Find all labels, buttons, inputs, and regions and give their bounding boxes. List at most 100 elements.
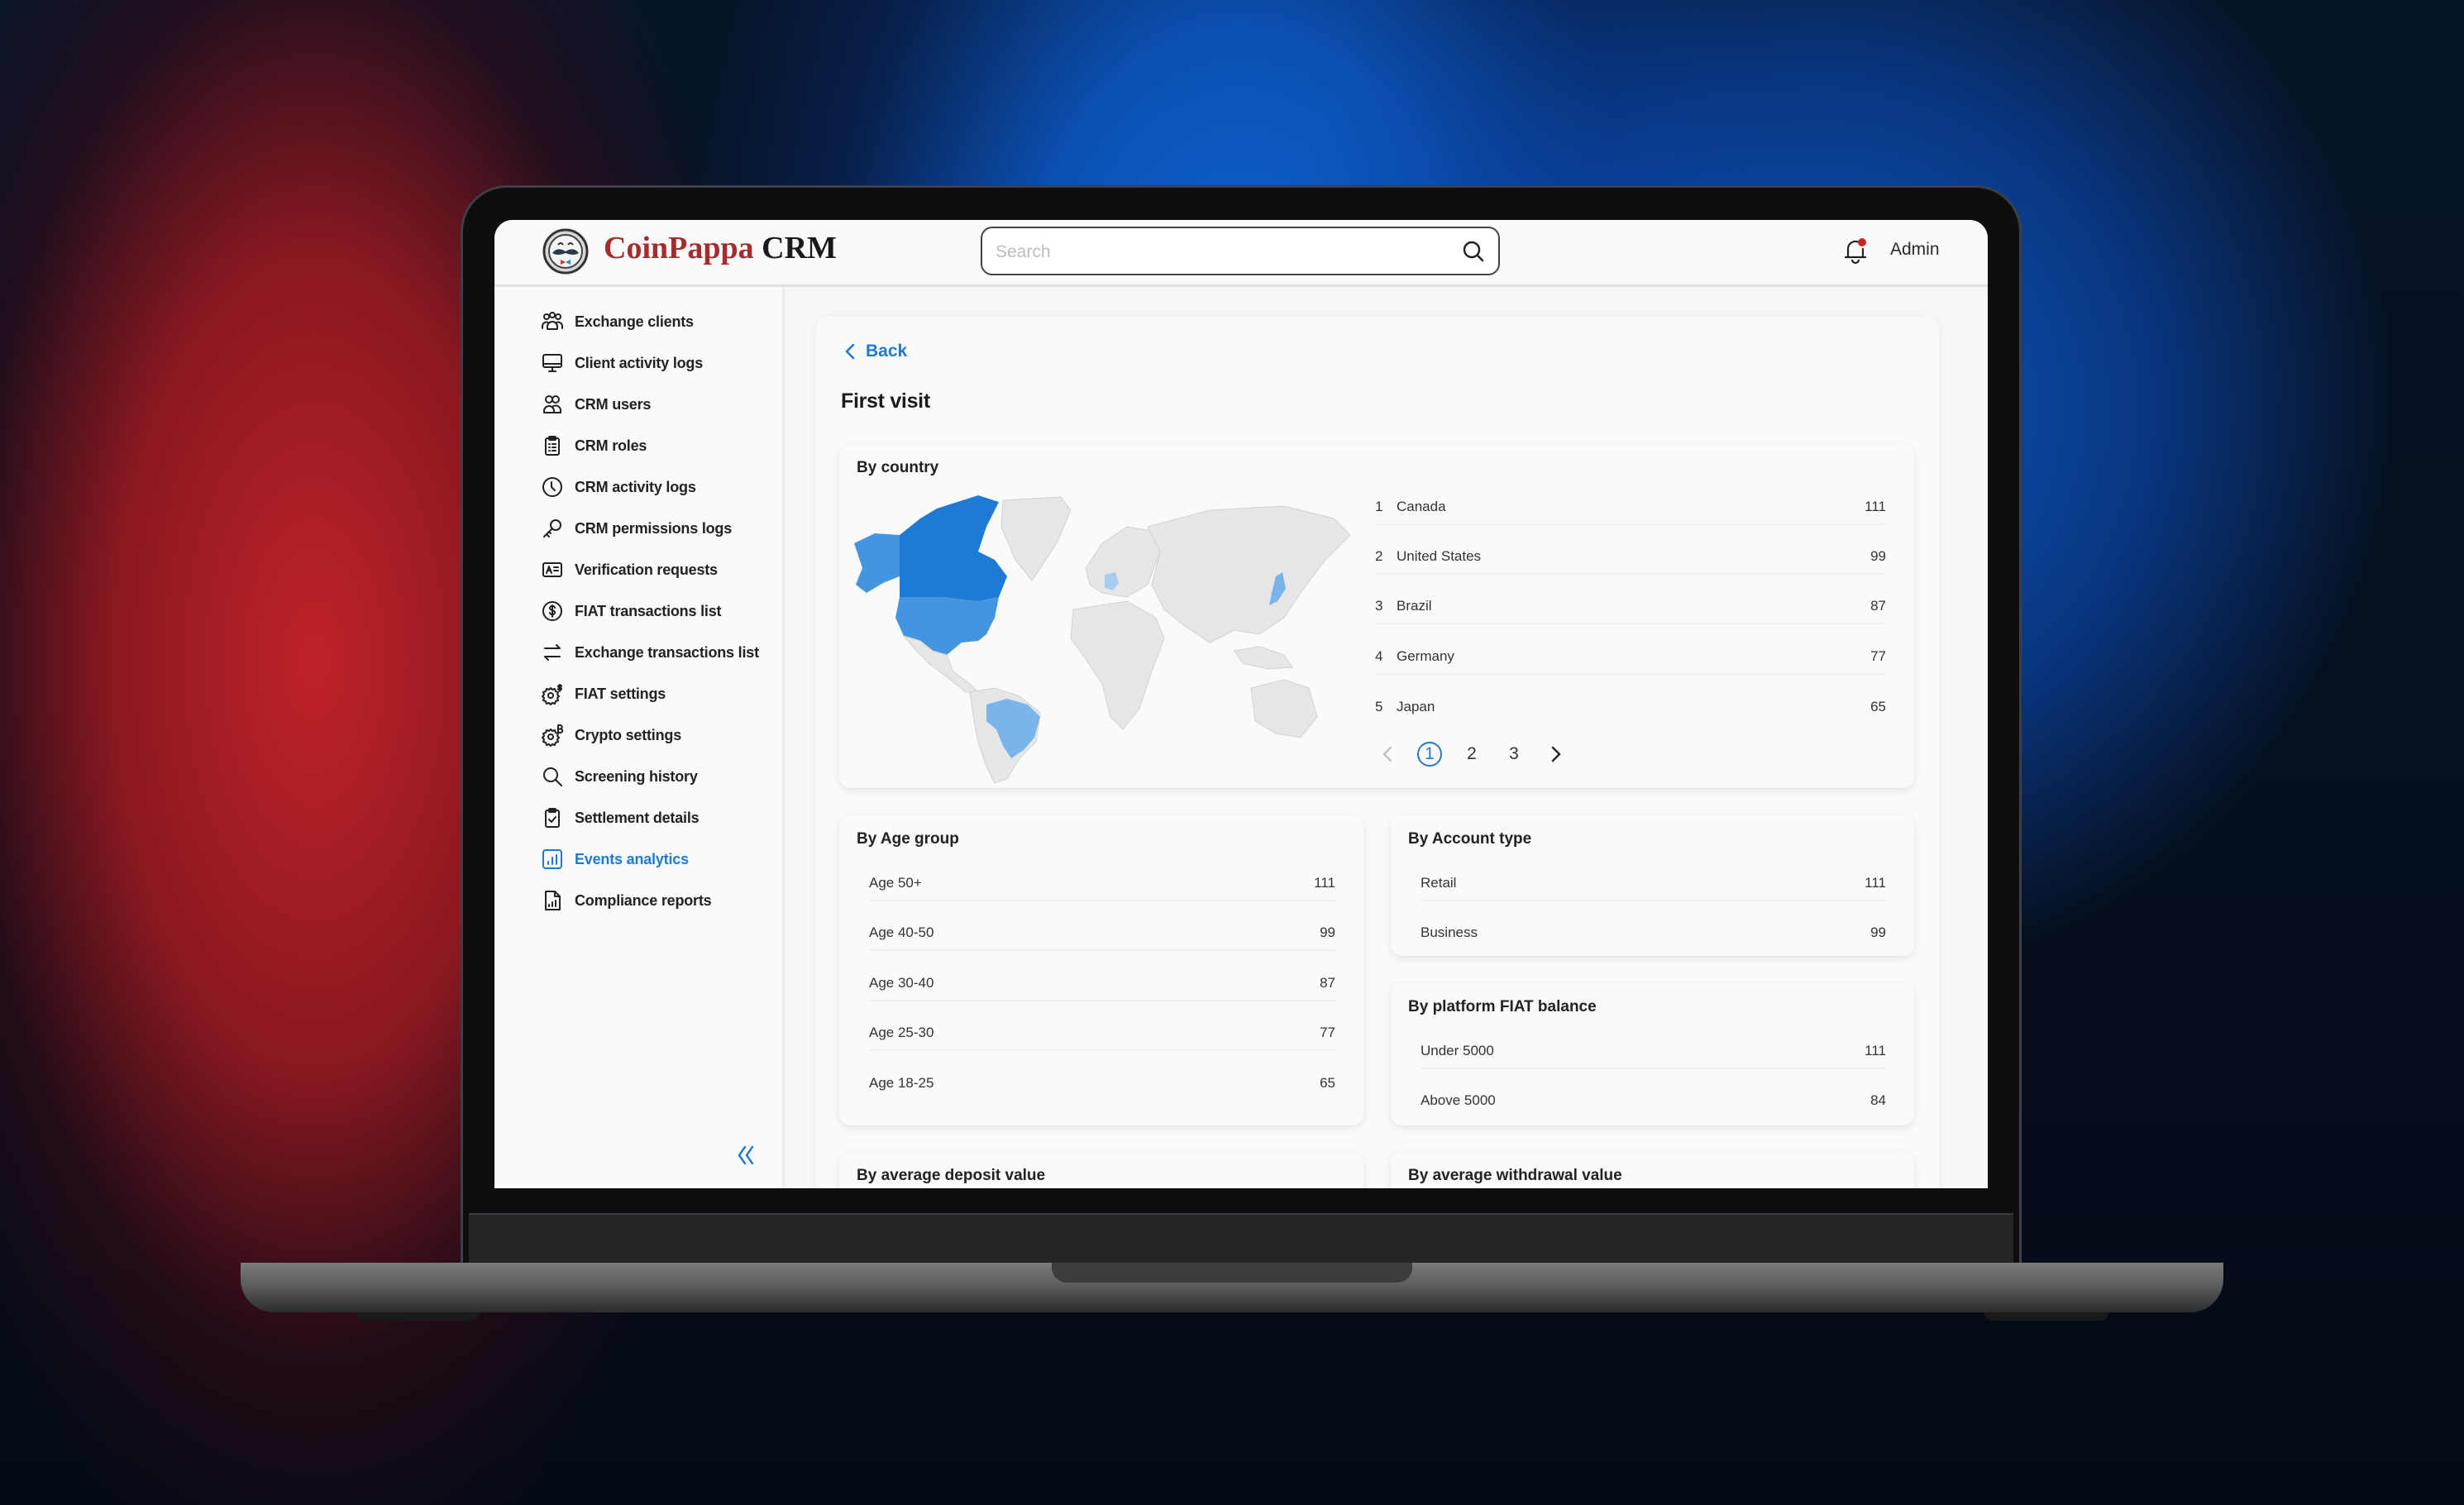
page-button-1[interactable]: 1 (1417, 742, 1442, 767)
fiat-balance-value: 111 (1865, 1043, 1886, 1058)
page-button-2[interactable]: 2 (1459, 742, 1484, 767)
sidebar-item-label: Exchange clients (575, 313, 694, 330)
sidebar-item-compliance-reports[interactable]: Compliance reports (541, 884, 712, 917)
sidebar-item-label: Crypto settings (575, 726, 682, 743)
brand-primary: CoinPappa (604, 231, 754, 265)
age-value: 77 (1320, 1025, 1335, 1040)
bar-chart-icon (542, 849, 562, 869)
sidebar: Exchange clients Client activity logs CR… (494, 287, 785, 1188)
top-header: CoinPappa CRM Admin (494, 220, 1988, 287)
sidebar-item-exchange-clients[interactable]: Exchange clients (541, 305, 694, 338)
sidebar-item-label: CRM permissions logs (575, 519, 733, 537)
map-region-australia (1250, 679, 1318, 738)
user-menu[interactable]: Admin (1890, 240, 1940, 260)
id-card-icon (542, 562, 562, 577)
users-group-icon (542, 312, 563, 330)
country-value: 77 (1870, 648, 1886, 664)
back-label: Back (866, 342, 908, 361)
age-row: Age 18-25 65 (869, 1067, 1335, 1100)
age-label: Age 18-25 (869, 1075, 934, 1091)
map-region-asia (1147, 505, 1350, 643)
notification-bell-icon[interactable] (1842, 236, 1869, 265)
by-age-group-card: By Age group Age 50+ 111 Age 40-50 99 Age … (839, 815, 1363, 1125)
country-row: 2 United States 99 (1375, 540, 1886, 575)
sidebar-item-label: FIAT transactions list (575, 602, 722, 619)
sidebar-item-label: CRM users (575, 395, 652, 413)
sidebar-item-crm-roles[interactable]: CRM roles (541, 429, 647, 462)
account-type-row: Retail 111 (1421, 867, 1886, 901)
search-icon[interactable] (1462, 240, 1485, 263)
map-region-africa (1070, 600, 1165, 730)
sidebar-item-label: Events analytics (575, 850, 689, 867)
sidebar-item-settlement-details[interactable]: Settlement details (541, 801, 700, 834)
page-button-3[interactable]: 3 (1502, 742, 1526, 767)
map-region-greenland (1000, 496, 1072, 581)
sidebar-item-label: Client activity logs (575, 354, 704, 371)
sidebar-item-label: Screening history (575, 767, 698, 785)
search-input[interactable] (994, 228, 1460, 275)
app-screen: CoinPappa CRM Admin Exchange clients Cli… (494, 220, 1988, 1188)
clock-icon (542, 477, 562, 497)
country-name: Brazil (1397, 598, 1432, 614)
by-account-type-card: By Account type Retail 111 Business 99 (1391, 815, 1914, 956)
sidebar-item-verification-requests[interactable]: Verification requests (541, 553, 718, 586)
country-rank: 4 (1375, 648, 1383, 664)
sidebar-item-crypto-settings[interactable]: Crypto settings (541, 719, 681, 752)
laptop-foot (1984, 1312, 2108, 1321)
pagination: 1 2 3 (1375, 742, 1586, 767)
country-rank: 5 (1375, 699, 1383, 714)
laptop-chin (469, 1213, 2013, 1264)
back-button[interactable]: Back (843, 342, 907, 361)
sidebar-item-label: Exchange transactions list (575, 643, 759, 661)
country-name: United States (1397, 548, 1482, 564)
next-page-button[interactable] (1544, 742, 1569, 767)
fiat-balance-label: Above 5000 (1421, 1092, 1496, 1108)
sidebar-item-client-activity-logs[interactable]: Client activity logs (541, 346, 703, 380)
sidebar-item-crm-permissions-logs[interactable]: CRM permissions logs (541, 512, 732, 545)
age-row: Age 40-50 99 (869, 916, 1335, 951)
prev-page-button[interactable] (1375, 742, 1400, 767)
country-row: 4 Germany 77 (1375, 640, 1886, 675)
card-title: By average withdrawal value (1408, 1167, 1622, 1184)
sidebar-item-exchange-transactions-list[interactable]: Exchange transactions list (541, 636, 759, 669)
account-type-value: 99 (1870, 924, 1886, 940)
sidebar-item-fiat-settings[interactable]: FIAT settings (541, 677, 666, 710)
chevron-left-icon (1382, 746, 1392, 762)
sidebar-item-events-analytics[interactable]: Events analytics (541, 843, 689, 876)
country-rank: 1 (1375, 499, 1383, 514)
collapse-sidebar-icon[interactable] (734, 1144, 757, 1167)
country-value: 65 (1870, 699, 1886, 714)
by-avg-withdrawal-card: By average withdrawal value (1391, 1152, 1914, 1188)
map-region-united-states (895, 597, 999, 655)
by-fiat-balance-card: By platform FIAT balance Under 5000 111 A… (1391, 983, 1914, 1125)
country-row: 5 Japan 65 (1375, 690, 1886, 724)
sidebar-item-screening-history[interactable]: Screening history (541, 760, 698, 793)
gear-dollar-icon (542, 684, 562, 705)
account-type-label: Business (1421, 924, 1478, 940)
brand-secondary: CRM (762, 231, 837, 265)
age-row: Age 30-40 87 (869, 967, 1335, 1001)
account-type-row: Business 99 (1421, 916, 1886, 949)
page-title: First visit (841, 389, 930, 413)
sidebar-item-label: Settlement details (575, 809, 700, 826)
sidebar-item-crm-activity-logs[interactable]: CRM activity logs (541, 471, 696, 504)
age-value: 99 (1320, 924, 1335, 940)
account-type-value: 111 (1865, 875, 1886, 891)
dollar-circle-icon (542, 601, 562, 621)
age-label: Age 50+ (869, 875, 922, 891)
age-row: Age 25-30 77 (869, 1016, 1335, 1051)
country-value: 87 (1870, 598, 1886, 614)
age-label: Age 40-50 (869, 924, 934, 940)
search-box (981, 227, 1500, 275)
card-title: By country (857, 459, 939, 476)
country-row: 1 Canada 111 (1375, 490, 1886, 525)
sidebar-item-label: FIAT settings (575, 685, 666, 702)
map-region-indonesia (1234, 646, 1293, 670)
country-value: 111 (1865, 499, 1886, 514)
clipboard-list-icon (545, 436, 560, 456)
sidebar-item-crm-users[interactable]: CRM users (541, 388, 651, 421)
search-icon (543, 767, 562, 786)
users-icon (543, 395, 561, 413)
sidebar-item-fiat-transactions-list[interactable]: FIAT transactions list (541, 595, 721, 628)
key-icon (543, 519, 561, 538)
